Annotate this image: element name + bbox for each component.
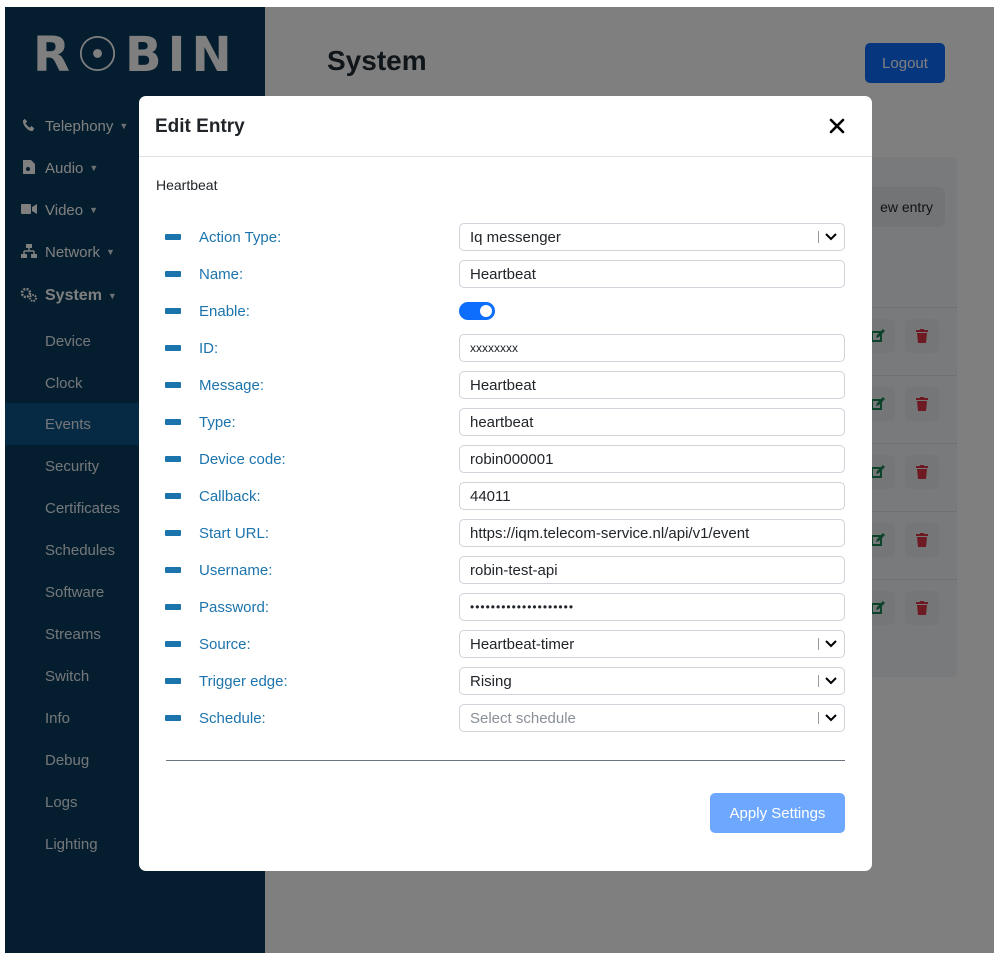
callback-input[interactable]: 44011 bbox=[459, 482, 845, 510]
field-label-text: ID: bbox=[199, 339, 219, 357]
field-label-text: Schedule: bbox=[199, 709, 266, 727]
field-trigger-edge: Trigger edge: Rising bbox=[139, 667, 872, 701]
label-bar-icon bbox=[165, 382, 181, 388]
edit-entry-modal: Edit Entry Heartbeat Action Type: Iq mes… bbox=[139, 96, 872, 871]
label-bar-icon bbox=[165, 493, 181, 499]
field-message: Message: Heartbeat bbox=[139, 371, 872, 405]
label-bar-icon bbox=[165, 345, 181, 351]
field-device-code: Device code: robin000001 bbox=[139, 445, 872, 479]
field-label-text: Name: bbox=[199, 265, 244, 283]
field-id: ID: xxxxxxxx bbox=[139, 334, 872, 368]
label-bar-icon bbox=[165, 419, 181, 425]
field-start-url: Start URL: https://iqm.telecom-service.n… bbox=[139, 519, 872, 553]
chevron-down-icon bbox=[818, 668, 844, 694]
username-input[interactable]: robin-test-api bbox=[459, 556, 845, 584]
field-label: Name: bbox=[165, 262, 243, 286]
select-placeholder: Select schedule bbox=[470, 709, 576, 727]
field-label: Enable: bbox=[165, 299, 250, 323]
toggle-knob bbox=[480, 305, 492, 317]
label-bar-icon bbox=[165, 234, 181, 240]
label-bar-icon bbox=[165, 456, 181, 462]
chevron-down-icon bbox=[818, 224, 844, 250]
label-bar-icon bbox=[165, 271, 181, 277]
label-bar-icon bbox=[165, 678, 181, 684]
field-label: Password: bbox=[165, 595, 269, 619]
field-label-text: Action Type: bbox=[199, 228, 282, 246]
field-password: Password: •••••••••••••••••••• bbox=[139, 593, 872, 627]
modal-header: Edit Entry bbox=[139, 96, 872, 157]
field-enable: Enable: bbox=[139, 299, 872, 331]
trigger-edge-select[interactable]: Rising bbox=[459, 667, 845, 695]
chevron-down-icon bbox=[818, 705, 844, 731]
field-label-text: Device code: bbox=[199, 450, 286, 468]
select-value: Heartbeat-timer bbox=[470, 635, 575, 653]
name-input[interactable]: Heartbeat bbox=[459, 260, 845, 288]
field-label-text: Type: bbox=[199, 413, 236, 431]
field-label-text: Password: bbox=[199, 598, 270, 616]
field-label-text: Source: bbox=[199, 635, 251, 653]
field-label-text: Callback: bbox=[199, 487, 261, 505]
field-label: Trigger edge: bbox=[165, 669, 288, 693]
field-label: Type: bbox=[165, 410, 236, 434]
label-bar-icon bbox=[165, 308, 181, 314]
field-type: Type: heartbeat bbox=[139, 408, 872, 442]
field-label-text: Message: bbox=[199, 376, 265, 394]
field-username: Username: robin-test-api bbox=[139, 556, 872, 590]
device-code-input[interactable]: robin000001 bbox=[459, 445, 845, 473]
field-label-text: Enable: bbox=[199, 302, 250, 320]
type-input[interactable]: heartbeat bbox=[459, 408, 845, 436]
schedule-select[interactable]: Select schedule bbox=[459, 704, 845, 732]
field-label: Message: bbox=[165, 373, 264, 397]
enable-toggle[interactable] bbox=[459, 302, 495, 320]
modal-title: Edit Entry bbox=[155, 116, 245, 137]
field-label: ID: bbox=[165, 336, 218, 360]
password-input[interactable]: •••••••••••••••••••• bbox=[459, 593, 845, 621]
chevron-down-icon bbox=[818, 631, 844, 657]
field-label-text: Start URL: bbox=[199, 524, 270, 542]
message-input[interactable]: Heartbeat bbox=[459, 371, 845, 399]
apply-settings-button[interactable]: Apply Settings bbox=[710, 793, 845, 833]
field-schedule: Schedule: Select schedule bbox=[139, 704, 872, 738]
field-label: Device code: bbox=[165, 447, 286, 471]
label-bar-icon bbox=[165, 604, 181, 610]
field-label: Source: bbox=[165, 632, 251, 656]
field-label: Callback: bbox=[165, 484, 261, 508]
label-bar-icon bbox=[165, 715, 181, 721]
select-value: Iq messenger bbox=[470, 228, 561, 246]
close-button[interactable] bbox=[823, 112, 851, 140]
field-callback: Callback: 44011 bbox=[139, 482, 872, 516]
label-bar-icon bbox=[165, 530, 181, 536]
select-value: Rising bbox=[470, 672, 512, 690]
label-bar-icon bbox=[165, 641, 181, 647]
id-input[interactable]: xxxxxxxx bbox=[459, 334, 845, 362]
field-label: Action Type: bbox=[165, 225, 281, 249]
modal-divider bbox=[166, 760, 845, 761]
app-frame: R☉BIN Telephony ▼ Audio ▼ Video ▼ bbox=[5, 7, 994, 953]
field-label: Schedule: bbox=[165, 706, 266, 730]
field-action-type: Action Type: Iq messenger bbox=[139, 223, 872, 257]
field-name: Name: Heartbeat bbox=[139, 260, 872, 294]
action-type-select[interactable]: Iq messenger bbox=[459, 223, 845, 251]
field-label-text: Trigger edge: bbox=[199, 672, 288, 690]
source-select[interactable]: Heartbeat-timer bbox=[459, 630, 845, 658]
field-source: Source: Heartbeat-timer bbox=[139, 630, 872, 664]
field-label-text: Username: bbox=[199, 561, 273, 579]
start-url-input[interactable]: https://iqm.telecom-service.nl/api/v1/ev… bbox=[459, 519, 845, 547]
close-icon bbox=[829, 118, 845, 134]
field-label: Username: bbox=[165, 558, 272, 582]
section-title: Heartbeat bbox=[156, 177, 218, 193]
field-label: Start URL: bbox=[165, 521, 269, 545]
label-bar-icon bbox=[165, 567, 181, 573]
